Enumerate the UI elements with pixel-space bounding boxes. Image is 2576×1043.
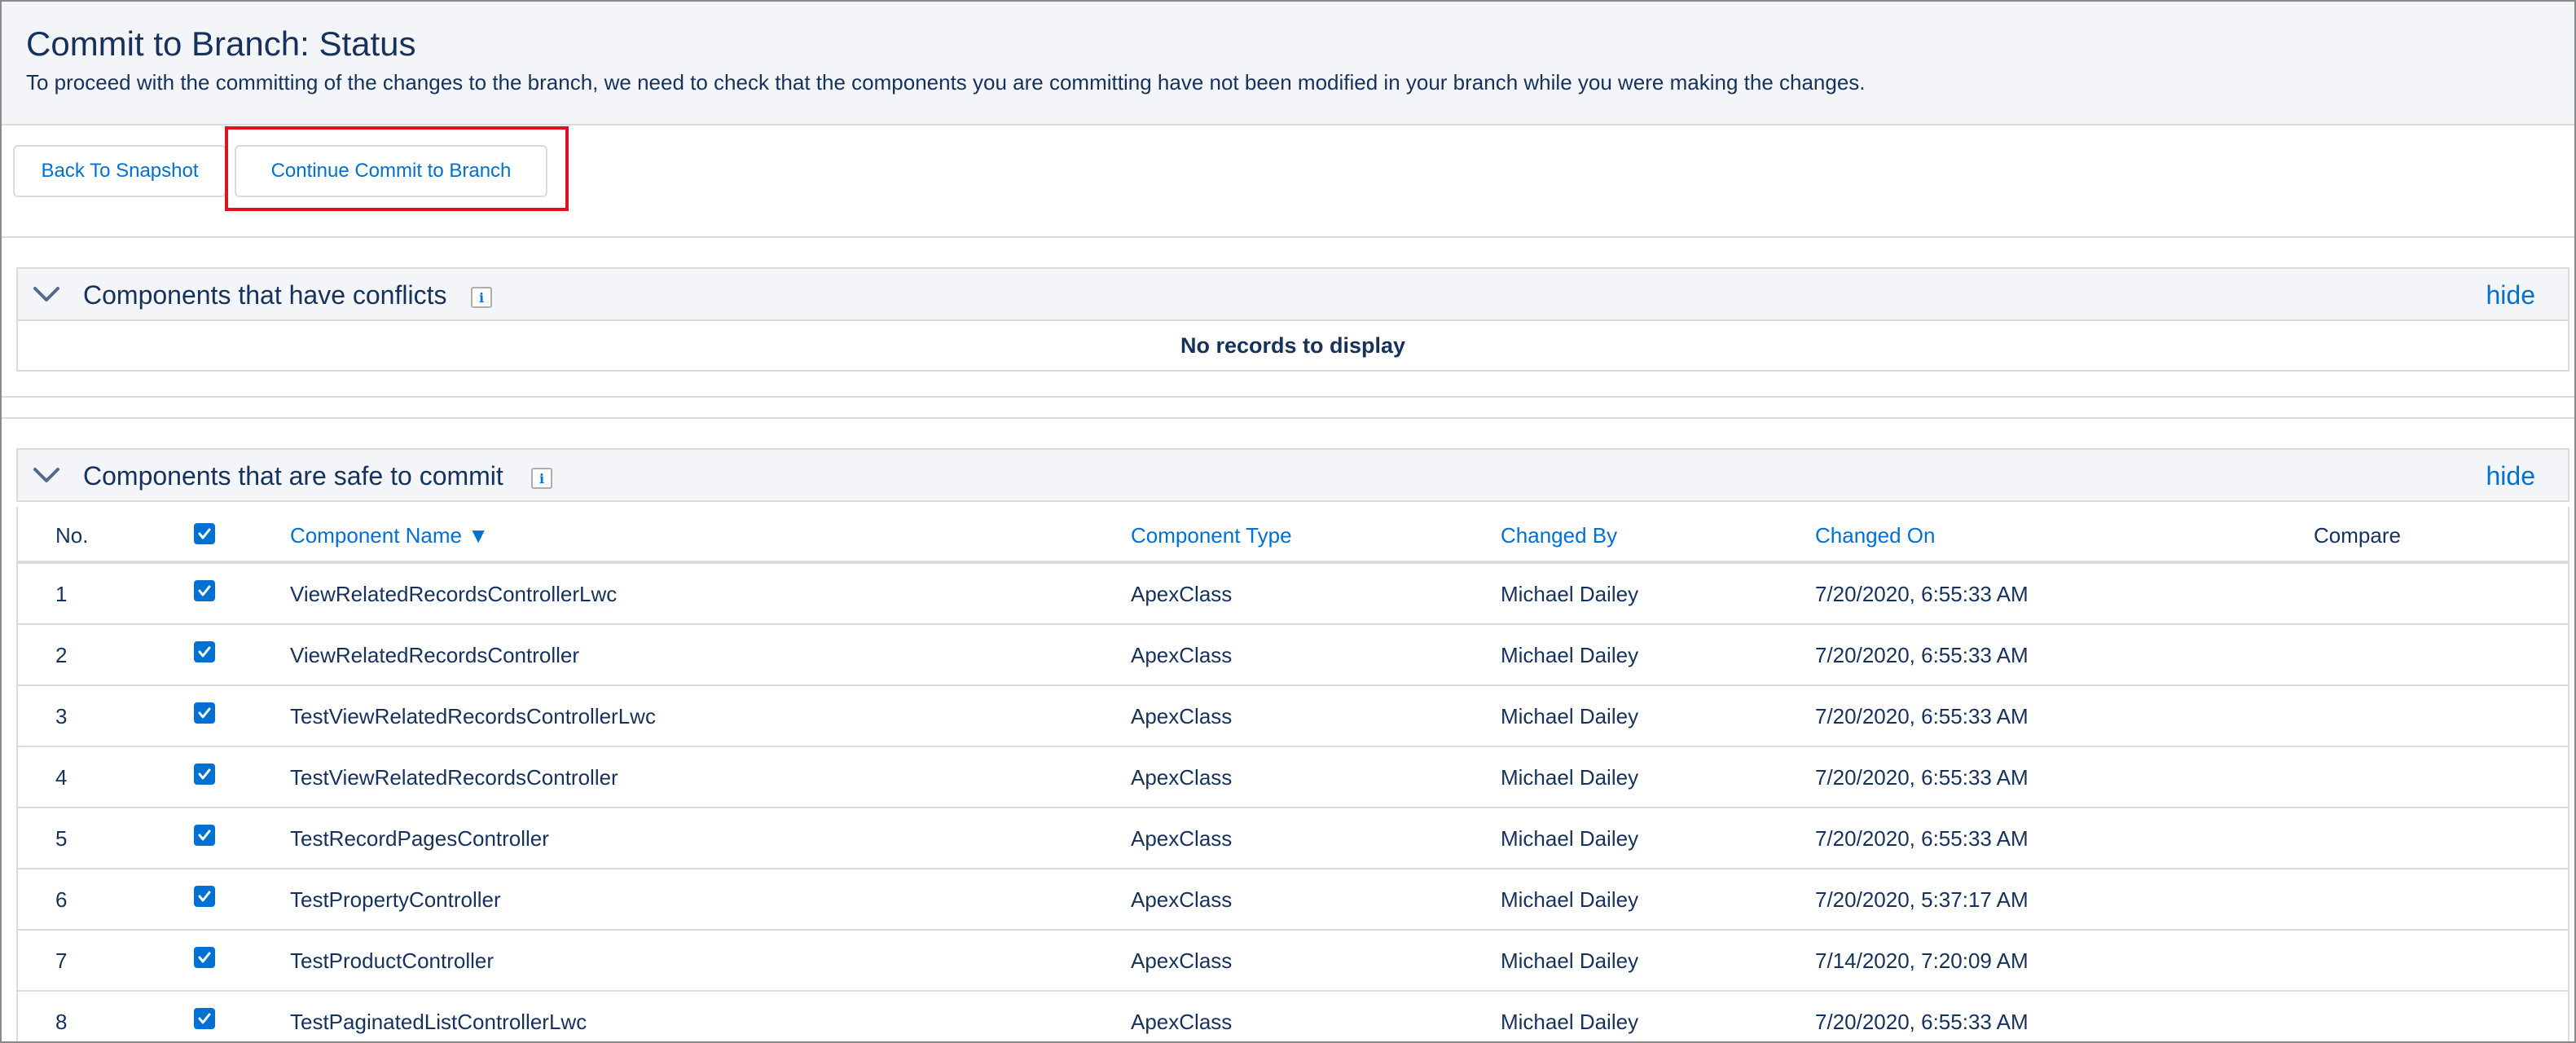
- conflicts-section-header[interactable]: Components that have conflicts i hide: [16, 267, 2569, 321]
- row-number: 4: [55, 765, 68, 790]
- table-row[interactable]: 5 TestRecordPagesController ApexClass Micha…: [18, 808, 2568, 869]
- checkmark-icon: [198, 646, 211, 658]
- table-row[interactable]: 6 TestPropertyController ApexClass Michael …: [18, 869, 2568, 931]
- chevron-down-icon[interactable]: [33, 463, 60, 487]
- conflicts-section-title: Components that have conflicts: [83, 280, 447, 310]
- column-header-compare: Compare: [2314, 523, 2401, 548]
- changed-on: 7/20/2020, 6:55:33 AM: [1815, 1010, 2029, 1034]
- sort-desc-icon: ▼: [468, 523, 489, 548]
- checkmark-icon: [198, 585, 211, 596]
- component-type: ApexClass: [1131, 826, 1233, 851]
- row-number: 2: [55, 643, 68, 667]
- row-number: 8: [55, 1010, 68, 1034]
- row-number: 3: [55, 704, 68, 728]
- page-description: To proceed with the committing of the ch…: [26, 70, 1866, 95]
- changed-on: 7/20/2020, 6:55:33 AM: [1815, 643, 2029, 667]
- column-header-component-name[interactable]: Component Name ▼: [290, 523, 489, 548]
- table-header: No. Component Name ▼ Component Type Chan…: [18, 507, 2568, 564]
- component-name: TestRecordPagesController: [290, 826, 549, 851]
- checkmark-icon: [198, 1013, 211, 1024]
- changed-on: 7/20/2020, 6:55:33 AM: [1815, 765, 2029, 790]
- safe-section-title: Components that are safe to commit: [83, 461, 503, 491]
- component-name: TestProductController: [290, 948, 494, 973]
- highlight-box: [225, 126, 569, 211]
- changed-by: Michael Dailey: [1501, 765, 1639, 790]
- row-checkbox[interactable]: [194, 1008, 215, 1029]
- component-name: TestViewRelatedRecordsControllerLwc: [290, 704, 656, 728]
- component-type: ApexClass: [1131, 765, 1233, 790]
- divider: [2, 417, 2574, 419]
- changed-on: 7/20/2020, 5:37:17 AM: [1815, 887, 2029, 912]
- page-header: Commit to Branch: Status To proceed with…: [2, 2, 2574, 125]
- table-row[interactable]: 8 TestPaginatedListControllerLwc ApexClass…: [18, 992, 2568, 1041]
- component-type: ApexClass: [1131, 948, 1233, 973]
- component-type: ApexClass: [1131, 643, 1233, 667]
- table-row[interactable]: 1 ViewRelatedRecordsControllerLwc ApexClas…: [18, 564, 2568, 625]
- row-checkbox[interactable]: [194, 947, 215, 968]
- row-checkbox[interactable]: [194, 580, 215, 601]
- row-number: 1: [55, 582, 68, 606]
- changed-by: Michael Dailey: [1501, 887, 1639, 912]
- component-name: ViewRelatedRecordsControllerLwc: [290, 582, 618, 606]
- changed-on: 7/20/2020, 6:55:33 AM: [1815, 826, 2029, 851]
- app-frame: Commit to Branch: Status To proceed with…: [0, 0, 2576, 1043]
- divider: [2, 396, 2574, 398]
- table-row[interactable]: 3 TestViewRelatedRecordsControllerLwc Apex…: [18, 686, 2568, 747]
- component-name: ViewRelatedRecordsController: [290, 643, 580, 667]
- component-type: ApexClass: [1131, 887, 1233, 912]
- changed-by: Michael Dailey: [1501, 582, 1639, 606]
- component-name: TestPropertyController: [290, 887, 501, 912]
- row-number: 6: [55, 887, 68, 912]
- changed-on: 7/20/2020, 6:55:33 AM: [1815, 582, 2029, 606]
- column-header-changed-by[interactable]: Changed By: [1501, 523, 1617, 548]
- row-number: 5: [55, 826, 68, 851]
- info-icon[interactable]: i: [531, 468, 552, 489]
- chevron-down-icon[interactable]: [33, 282, 60, 306]
- safe-hide-link[interactable]: hide: [2486, 461, 2536, 491]
- row-checkbox[interactable]: [194, 641, 215, 662]
- changed-by: Michael Dailey: [1501, 643, 1639, 667]
- page-title: Commit to Branch: Status: [26, 24, 416, 63]
- changed-on: 7/20/2020, 6:55:33 AM: [1815, 704, 2029, 728]
- component-type: ApexClass: [1131, 704, 1233, 728]
- table-row[interactable]: 7 TestProductController ApexClass Michael D…: [18, 931, 2568, 992]
- table-row[interactable]: 2 ViewRelatedRecordsController ApexClass Mi…: [18, 625, 2568, 686]
- component-name: TestPaginatedListControllerLwc: [290, 1010, 587, 1034]
- safe-section-header[interactable]: Components that are safe to commit i hid…: [16, 448, 2569, 502]
- checkmark-icon: [198, 707, 211, 719]
- column-header-label: Component Name: [290, 523, 462, 548]
- row-checkbox[interactable]: [194, 825, 215, 846]
- checkmark-icon: [198, 768, 211, 780]
- row-checkbox[interactable]: [194, 764, 215, 785]
- row-checkbox[interactable]: [194, 702, 215, 724]
- changed-by: Michael Dailey: [1501, 948, 1639, 973]
- component-name: TestViewRelatedRecordsController: [290, 765, 618, 790]
- column-header-changed-on[interactable]: Changed On: [1815, 523, 1935, 548]
- back-to-snapshot-button[interactable]: Back To Snapshot: [13, 145, 226, 197]
- checkmark-icon: [198, 952, 211, 963]
- changed-on: 7/14/2020, 7:20:09 AM: [1815, 948, 2029, 973]
- changed-by: Michael Dailey: [1501, 826, 1639, 851]
- changed-by: Michael Dailey: [1501, 1010, 1639, 1034]
- safe-components-table: No. Component Name ▼ Component Type Chan…: [16, 507, 2569, 1041]
- row-number: 7: [55, 948, 68, 973]
- conflicts-hide-link[interactable]: hide: [2486, 280, 2536, 310]
- divider: [2, 236, 2574, 238]
- info-icon[interactable]: i: [471, 287, 492, 308]
- checkmark-icon: [198, 891, 211, 902]
- column-header-no: No.: [55, 523, 89, 548]
- checkmark-icon: [198, 830, 211, 841]
- row-checkbox[interactable]: [194, 886, 215, 907]
- select-all-checkbox[interactable]: [194, 523, 215, 544]
- changed-by: Michael Dailey: [1501, 704, 1639, 728]
- conflicts-empty-message: No records to display: [16, 321, 2569, 372]
- component-type: ApexClass: [1131, 1010, 1233, 1034]
- column-header-component-type[interactable]: Component Type: [1131, 523, 1292, 548]
- checkmark-icon: [198, 528, 211, 539]
- component-type: ApexClass: [1131, 582, 1233, 606]
- table-row[interactable]: 4 TestViewRelatedRecordsController ApexCla…: [18, 747, 2568, 808]
